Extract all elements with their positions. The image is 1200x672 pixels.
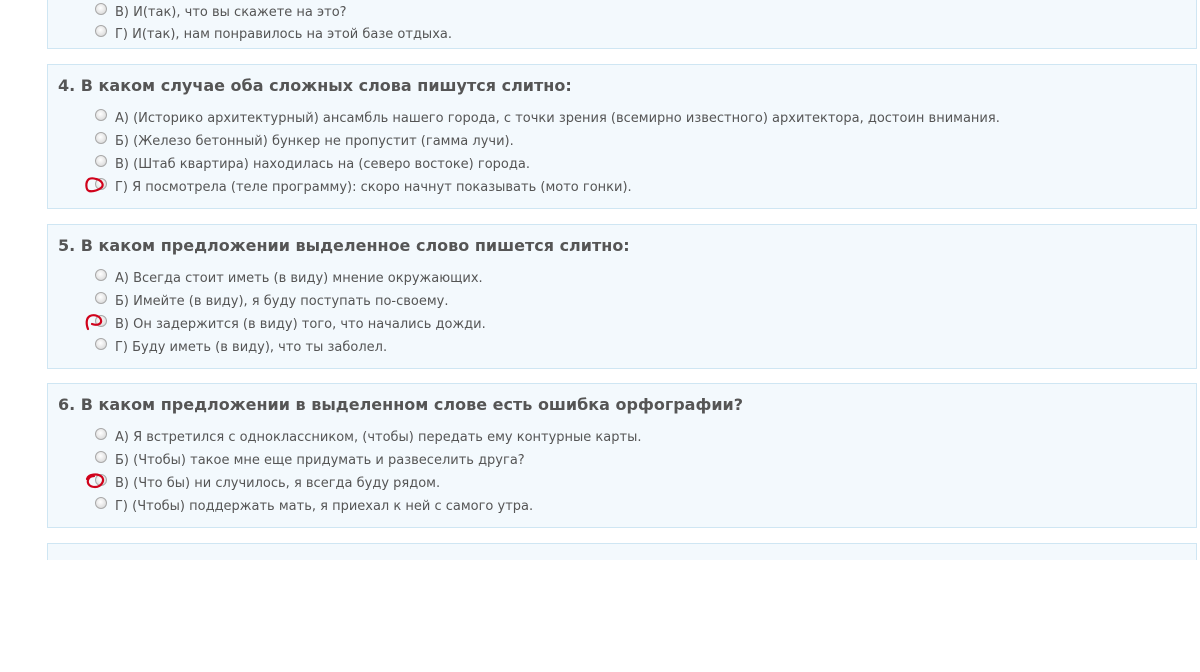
question-card-6: 6. В каком предложении в выделенном слов… <box>47 383 1197 528</box>
radio-button[interactable] <box>95 428 107 440</box>
option-label: Б) (Железо бетонный) бункер не пропустит… <box>115 133 514 149</box>
option-q5-b[interactable]: Б) Имейте (в виду), я буду поступать по-… <box>95 292 449 310</box>
radio-button[interactable] <box>95 292 107 304</box>
radio-button[interactable] <box>95 338 107 350</box>
option-label: Г) И(так), нам понравилось на этой базе … <box>115 26 452 42</box>
question-title: 6. В каком предложении в выделенном слов… <box>58 395 744 414</box>
option-label: В) (Что бы) ни случилось, я всегда буду … <box>115 475 441 491</box>
option-q3-g[interactable]: Г) И(так), нам понравилось на этой базе … <box>95 25 452 43</box>
question-title: 4. В каком случае оба сложных слова пишу… <box>58 76 572 95</box>
option-label: В) (Штаб квартира) находилась на (северо… <box>115 156 530 172</box>
option-label: А) (Историко архитектурный) ансамбль наш… <box>115 110 1000 126</box>
radio-button[interactable] <box>95 109 107 121</box>
option-label: Б) Имейте (в виду), я буду поступать по-… <box>115 293 449 309</box>
option-label: Б) (Чтобы) такое мне еще придумать и раз… <box>115 452 525 468</box>
radio-button[interactable] <box>95 451 107 463</box>
option-q6-v[interactable]: В) (Что бы) ни случилось, я всегда буду … <box>85 473 441 492</box>
radio-button[interactable] <box>95 3 107 15</box>
question-card-5: 5. В каком предложении выделенное слово … <box>47 224 1197 369</box>
option-label: А) Всегда стоит иметь (в виду) мнение ок… <box>115 270 483 286</box>
radio-button[interactable] <box>95 25 107 37</box>
option-label: А) Я встретился с одноклассником, (чтобы… <box>115 429 642 445</box>
question-card-3: В) И(так), что вы скажете на это? Г) И(т… <box>47 0 1197 49</box>
option-label: В) И(так), что вы скажете на это? <box>115 4 347 20</box>
option-label: Г) Буду иметь (в виду), что ты заболел. <box>115 339 388 355</box>
radio-button[interactable] <box>95 315 107 327</box>
radio-button[interactable] <box>95 269 107 281</box>
radio-button[interactable] <box>95 474 107 486</box>
question-card-4: 4. В каком случае оба сложных слова пишу… <box>47 64 1197 209</box>
option-q5-a[interactable]: А) Всегда стоит иметь (в виду) мнение ок… <box>95 269 483 287</box>
quiz-viewport: В) И(так), что вы скажете на это? Г) И(т… <box>0 0 1200 672</box>
radio-button[interactable] <box>95 132 107 144</box>
option-q4-a[interactable]: А) (Историко архитектурный) ансамбль наш… <box>95 109 1000 127</box>
question-card-7 <box>47 543 1197 560</box>
radio-button[interactable] <box>95 497 107 509</box>
option-label: Г) (Чтобы) поддержать мать, я приехал к … <box>115 498 534 514</box>
option-q6-g[interactable]: Г) (Чтобы) поддержать мать, я приехал к … <box>95 497 533 515</box>
option-label: В) Он задержится (в виду) того, что нача… <box>115 316 486 332</box>
option-label: Г) Я посмотрела (теле программу): скоро … <box>115 179 632 195</box>
option-q6-b[interactable]: Б) (Чтобы) такое мне еще придумать и раз… <box>95 451 525 469</box>
option-q5-g[interactable]: Г) Буду иметь (в виду), что ты заболел. <box>95 338 387 356</box>
option-q4-v[interactable]: В) (Штаб квартира) находилась на (северо… <box>95 155 530 173</box>
option-q6-a[interactable]: А) Я встретился с одноклассником, (чтобы… <box>95 428 641 446</box>
radio-button[interactable] <box>95 178 107 190</box>
question-title: 5. В каком предложении выделенное слово … <box>58 236 630 255</box>
radio-button[interactable] <box>95 155 107 167</box>
option-q3-v[interactable]: В) И(так), что вы скажете на это? <box>95 3 347 21</box>
option-q4-b[interactable]: Б) (Железо бетонный) бункер не пропустит… <box>95 132 514 150</box>
option-q4-g[interactable]: Г) Я посмотрела (теле программу): скоро … <box>85 177 632 196</box>
option-q5-v[interactable]: В) Он задержится (в виду) того, что нача… <box>85 314 486 333</box>
